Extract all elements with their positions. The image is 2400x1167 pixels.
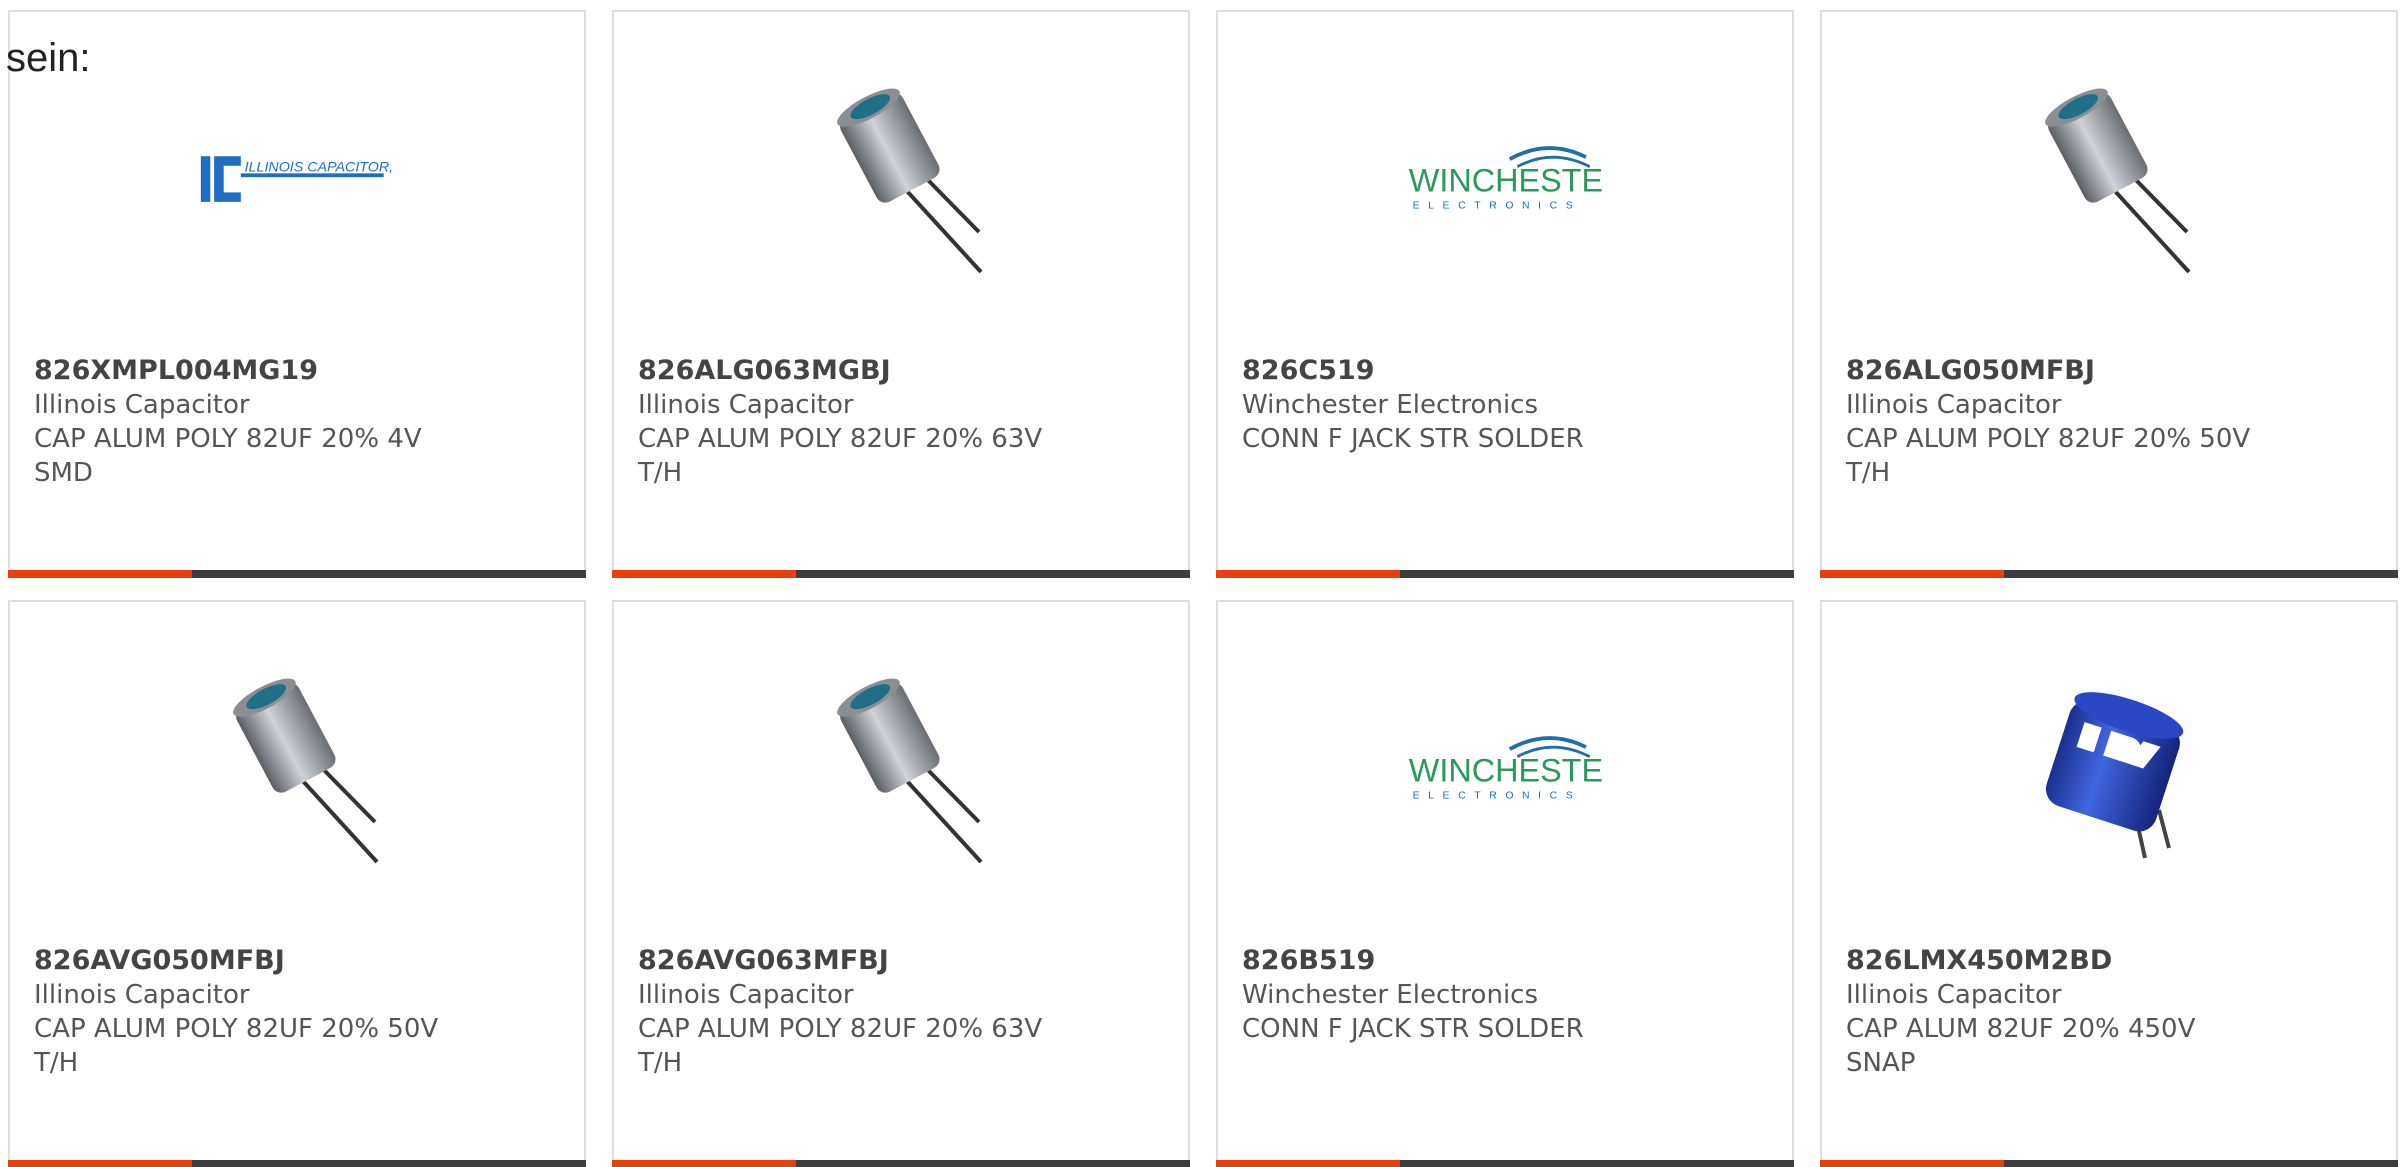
part-number[interactable]: 826ALG063MGBJ xyxy=(638,354,1158,388)
product-grid: ILLINOIS CAPACITOR, INC. 826XMPL004MG19 … xyxy=(8,10,2400,1167)
accent-bar xyxy=(612,1160,1190,1167)
manufacturer: Illinois Capacitor xyxy=(638,980,854,1010)
description: CAP ALUM POLY 82UF 20% 50V T/H xyxy=(34,1014,439,1078)
manufacturer: Illinois Capacitor xyxy=(34,390,250,420)
winchester-electronics-logo: WINCHESTER ELECTRONICS xyxy=(1405,80,1605,280)
svg-text:WINCHESTER: WINCHESTER xyxy=(1409,752,1605,788)
manufacturer: Winchester Electronics xyxy=(1242,390,1539,420)
product-card[interactable]: 826AVG063MFBJ Illinois Capacitor CAP ALU… xyxy=(612,600,1190,1167)
product-card[interactable]: WINCHESTER ELECTRONICS 826C519 Wincheste… xyxy=(1216,10,1794,578)
accent-bar xyxy=(612,570,1190,578)
part-number[interactable]: 826XMPL004MG19 xyxy=(34,354,554,388)
part-number[interactable]: 826LMX450M2BD xyxy=(1846,944,2366,978)
snap-in-capacitor-photo xyxy=(2009,670,2209,870)
product-card[interactable]: ILLINOIS CAPACITOR, INC. 826XMPL004MG19 … xyxy=(8,10,586,578)
product-card[interactable]: 826AVG050MFBJ Illinois Capacitor CAP ALU… xyxy=(8,600,586,1167)
svg-text:ELECTRONICS: ELECTRONICS xyxy=(1413,201,1582,212)
winchester-electronics-logo: WINCHESTER ELECTRONICS xyxy=(1405,670,1605,870)
part-number[interactable]: 826B519 xyxy=(1242,944,1762,978)
part-number[interactable]: 826ALG050MFBJ xyxy=(1846,354,2366,388)
accent-bar xyxy=(1820,1160,2398,1167)
manufacturer: Illinois Capacitor xyxy=(1846,980,2062,1010)
description: CAP ALUM POLY 82UF 20% 63V T/H xyxy=(638,1014,1043,1078)
svg-text:WINCHESTER: WINCHESTER xyxy=(1409,162,1605,198)
accent-bar xyxy=(1216,1160,1794,1167)
description: CAP ALUM POLY 82UF 20% 50V T/H xyxy=(1846,424,2251,488)
description: CONN F JACK STR SOLDER xyxy=(1242,1014,1584,1044)
accent-bar xyxy=(1820,570,2398,578)
product-card[interactable]: 826LMX450M2BD Illinois Capacitor CAP ALU… xyxy=(1820,600,2398,1167)
radial-capacitor-photo xyxy=(801,80,1001,280)
part-number[interactable]: 826C519 xyxy=(1242,354,1762,388)
accent-bar xyxy=(8,1160,586,1167)
part-number[interactable]: 826AVG050MFBJ xyxy=(34,944,554,978)
manufacturer: Illinois Capacitor xyxy=(1846,390,2062,420)
description: CAP ALUM POLY 82UF 20% 4V SMD xyxy=(34,424,422,488)
product-card[interactable]: 826ALG050MFBJ Illinois Capacitor CAP ALU… xyxy=(1820,10,2398,578)
description: CAP ALUM POLY 82UF 20% 63V T/H xyxy=(638,424,1043,488)
radial-capacitor-photo xyxy=(2009,80,2209,280)
manufacturer: Illinois Capacitor xyxy=(34,980,250,1010)
radial-capacitor-photo xyxy=(801,670,1001,870)
manufacturer: Winchester Electronics xyxy=(1242,980,1539,1010)
manufacturer: Illinois Capacitor xyxy=(638,390,854,420)
accent-bar xyxy=(8,570,586,578)
svg-text:ELECTRONICS: ELECTRONICS xyxy=(1413,791,1582,802)
product-card[interactable]: 826ALG063MGBJ Illinois Capacitor CAP ALU… xyxy=(612,10,1190,578)
description: CONN F JACK STR SOLDER xyxy=(1242,424,1584,454)
radial-capacitor-photo xyxy=(197,670,397,870)
svg-text:ILLINOIS CAPACITOR, INC.: ILLINOIS CAPACITOR, INC. xyxy=(245,159,397,175)
illinois-capacitor-logo: ILLINOIS CAPACITOR, INC. xyxy=(197,80,397,280)
product-card[interactable]: WINCHESTER ELECTRONICS 826B519 Wincheste… xyxy=(1216,600,1794,1167)
description: CAP ALUM 82UF 20% 450V SNAP xyxy=(1846,1014,2196,1078)
product-grid-page: sein: ILLINOIS CAPACITOR, INC. 826XMPL00… xyxy=(0,0,2400,1167)
intro-text: sein: xyxy=(6,36,91,80)
part-number[interactable]: 826AVG063MFBJ xyxy=(638,944,1158,978)
accent-bar xyxy=(1216,570,1794,578)
